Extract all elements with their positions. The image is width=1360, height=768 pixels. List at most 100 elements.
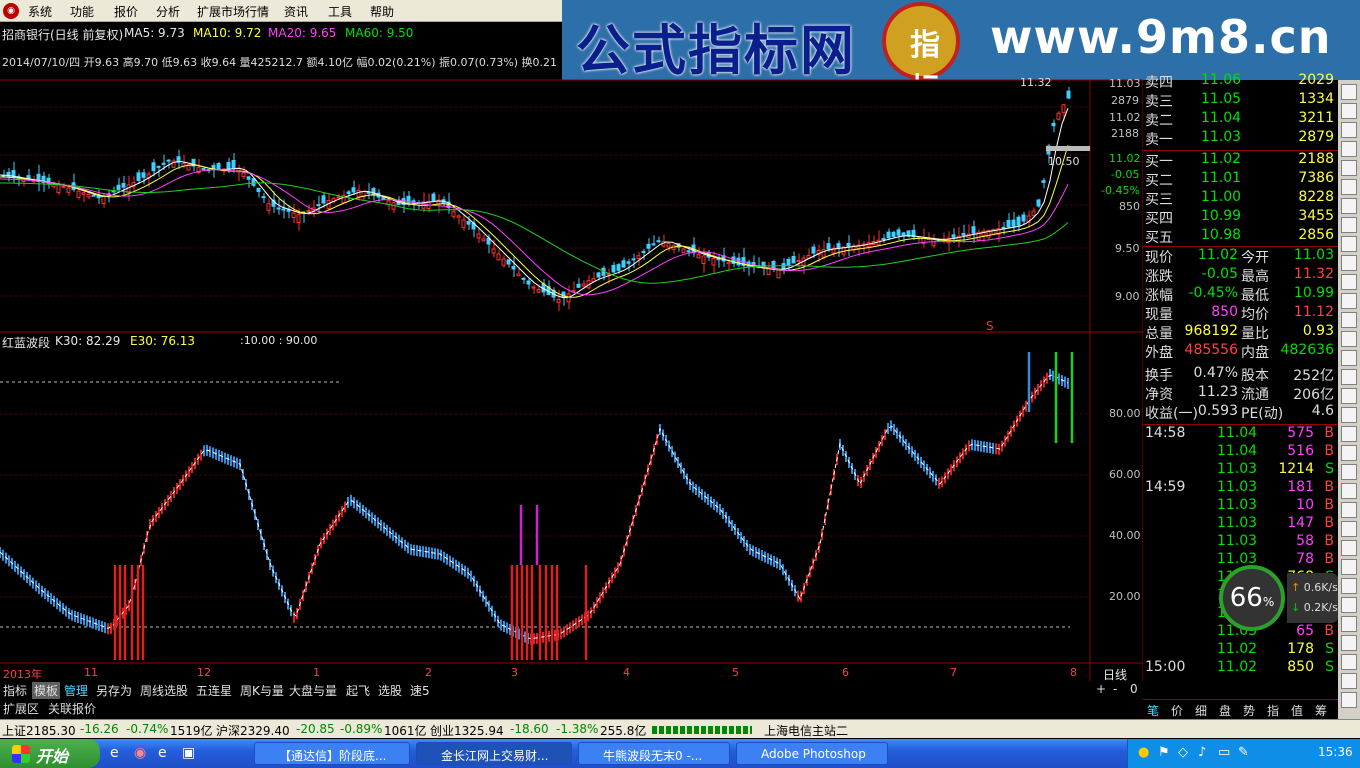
tab-indicator[interactable]: 指标 <box>3 682 27 699</box>
quote-tab[interactable]: 价 <box>1171 702 1183 719</box>
stat-label: PE(动) <box>1241 406 1284 422</box>
tray-ime-icon[interactable]: ✎ <box>1238 745 1249 760</box>
bid-row: 买四 10.99 3455 <box>1143 208 1338 227</box>
quote-tab[interactable]: 细 <box>1195 702 1207 719</box>
indicator-name[interactable]: 红蓝波段 <box>2 334 50 351</box>
sidebar-tool-icon[interactable] <box>1341 673 1357 689</box>
sidebar-tool-icon[interactable] <box>1341 616 1357 632</box>
zoom-in-button[interactable]: + <box>1096 682 1106 696</box>
sidebar-tool-icon[interactable] <box>1341 559 1357 575</box>
stat-value: -0.45% <box>1188 285 1238 301</box>
tab-manage[interactable]: 管理 <box>64 682 88 699</box>
stat-row: 收益(一) 0.593 PE(动) 4.6 <box>1143 403 1338 422</box>
task-photoshop[interactable]: Adobe Photoshop <box>736 742 888 765</box>
stat-value: 11.03 <box>1293 247 1334 263</box>
tab-extension-area[interactable]: 扩展区 <box>3 700 39 717</box>
tick-side: B <box>1324 425 1334 441</box>
sidebar-tool-icon[interactable] <box>1341 578 1357 594</box>
quote-tab[interactable]: 指 <box>1267 702 1279 719</box>
sidebar-tool-icon[interactable] <box>1341 502 1357 518</box>
ask-label: 卖二 <box>1145 113 1173 129</box>
cy-amount: 255.8亿 <box>600 724 647 738</box>
sidebar-tool-icon[interactable] <box>1341 350 1357 366</box>
tab-weekly-k-volume[interactable]: 周K与量 <box>240 682 284 699</box>
sidebar-tool-icon[interactable] <box>1341 426 1357 442</box>
stat-value: 482636 <box>1280 342 1334 358</box>
sidebar-tool-icon[interactable] <box>1341 84 1357 100</box>
tab-speed5[interactable]: 速5 <box>410 682 430 699</box>
tick-time: 14:59 <box>1145 479 1186 495</box>
bid-price: 11.02 <box>1201 151 1242 167</box>
status-bar: 上证2185.30 -16.26 -0.74% 1519亿 沪深2329.40 … <box>0 719 1360 738</box>
tab-related-quote[interactable]: 关联报价 <box>48 700 96 717</box>
reset-button[interactable]: 0 <box>1130 682 1138 696</box>
sidebar-tool-icon[interactable] <box>1341 654 1357 670</box>
high-price-label: 11.32 <box>1020 76 1052 89</box>
quicklaunch-browser-icon[interactable]: e <box>158 745 167 761</box>
quote-tab[interactable]: 盘 <box>1219 702 1231 719</box>
sidebar-tool-icon[interactable] <box>1341 293 1357 309</box>
task-notepad[interactable]: 牛熊波段无末0 -... <box>578 742 730 765</box>
sh-index[interactable]: 上证2185.30 <box>2 722 76 739</box>
sidebar-tool-icon[interactable] <box>1341 483 1357 499</box>
stat-value: 252亿 <box>1293 368 1334 384</box>
tray-network-icon[interactable]: ⚑ <box>1158 745 1170 760</box>
tick-side: S <box>1325 461 1334 477</box>
sidebar-tool-icon[interactable] <box>1341 369 1357 385</box>
tick-side: B <box>1324 515 1334 531</box>
bid-volume: 3455 <box>1298 208 1334 224</box>
tab-weekly-screen[interactable]: 周线选股 <box>140 682 188 699</box>
stat-row: 涨跌 -0.05 最高 11.32 <box>1143 266 1338 285</box>
sidebar-tool-icon[interactable] <box>1341 407 1357 423</box>
sidebar-tool-icon[interactable] <box>1341 445 1357 461</box>
tab-save-as[interactable]: 另存为 <box>96 682 132 699</box>
sz-index[interactable]: 沪深2329.40 <box>216 722 290 739</box>
sidebar-tool-icon[interactable] <box>1341 597 1357 613</box>
sidebar-tool-icon[interactable] <box>1341 274 1357 290</box>
quote-tab[interactable]: 势 <box>1243 702 1255 719</box>
stat-value: 485556 <box>1184 342 1238 358</box>
sidebar-tool-icon[interactable] <box>1341 217 1357 233</box>
tick-row: 11.03 147 B <box>1143 515 1338 534</box>
task-jinchangjiang[interactable]: 金长江网上交易财... <box>416 742 572 765</box>
tab-market-volume[interactable]: 大盘与量 <box>289 682 337 699</box>
cy-index[interactable]: 创业1325.94 <box>430 722 504 739</box>
sidebar-tool-icon[interactable] <box>1341 103 1357 119</box>
sidebar-tool-icon[interactable] <box>1341 540 1357 556</box>
tab-five-stars[interactable]: 五连星 <box>196 682 232 699</box>
sidebar-tool-icon[interactable] <box>1341 122 1357 138</box>
quote-tab[interactable]: 笔 <box>1147 702 1159 719</box>
quicklaunch-desktop-icon[interactable]: ▣ <box>182 745 195 761</box>
tick-time: 15:00 <box>1145 659 1186 675</box>
quicklaunch-ie-icon[interactable]: e <box>110 745 119 761</box>
sidebar-tool-icon[interactable] <box>1341 388 1357 404</box>
tray-app-icon[interactable]: ● <box>1138 745 1149 760</box>
server-name[interactable]: 上海电信主站二 <box>764 722 848 739</box>
sidebar-tool-icon[interactable] <box>1341 464 1357 480</box>
sidebar-tool-icon[interactable] <box>1341 141 1357 157</box>
sidebar-tool-icon[interactable] <box>1341 331 1357 347</box>
tray-monitor-icon[interactable]: ▭ <box>1218 745 1230 760</box>
stat-label: 今开 <box>1241 250 1269 266</box>
tab-stock-pick[interactable]: 选股 <box>378 682 402 699</box>
quote-tab[interactable]: 筹 <box>1315 702 1327 719</box>
bid-row: 买一 11.02 2188 <box>1143 151 1338 170</box>
sidebar-tool-icon[interactable] <box>1341 312 1357 328</box>
zoom-out-button[interactable]: - <box>1113 682 1117 696</box>
sidebar-tool-icon[interactable] <box>1341 198 1357 214</box>
sidebar-tool-icon[interactable] <box>1341 255 1357 271</box>
sidebar-tool-icon[interactable] <box>1341 521 1357 537</box>
sidebar-tool-icon[interactable] <box>1341 236 1357 252</box>
tray-shield-icon[interactable]: ◇ <box>1178 745 1188 760</box>
sidebar-tool-icon[interactable] <box>1341 635 1357 651</box>
quicklaunch-app-icon[interactable]: ◉ <box>134 745 146 761</box>
quote-tab[interactable]: 值 <box>1291 702 1303 719</box>
tray-volume-icon[interactable]: ♪ <box>1198 745 1206 760</box>
sidebar-tool-icon[interactable] <box>1341 692 1357 708</box>
task-tongdaxin[interactable]: 【通达信】阶段底... <box>254 742 410 765</box>
clock[interactable]: 15:36 <box>1318 745 1353 759</box>
sidebar-tool-icon[interactable] <box>1341 179 1357 195</box>
sidebar-tool-icon[interactable] <box>1341 160 1357 176</box>
tab-takeoff[interactable]: 起飞 <box>346 682 370 699</box>
tab-template[interactable]: 模板 <box>32 682 61 699</box>
